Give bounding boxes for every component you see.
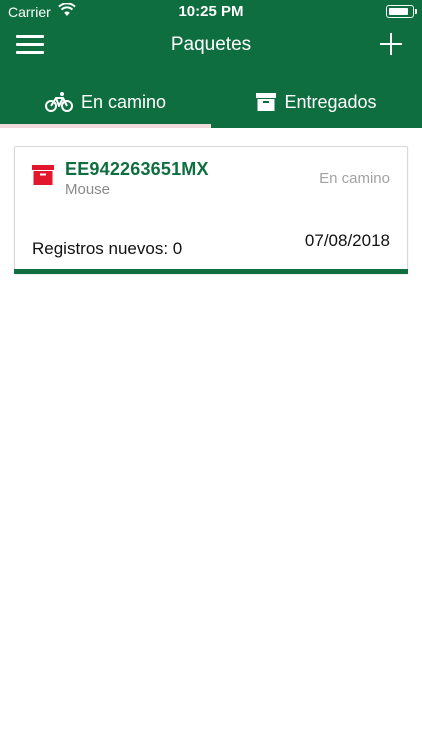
new-records-count: Registros nuevos: 0 <box>32 239 183 258</box>
battery-icon <box>386 5 417 18</box>
card-status-bar <box>14 269 408 274</box>
page-title: Paquetes <box>170 34 252 55</box>
navigation-bar: Paquetes <box>0 24 422 68</box>
tab-bar: En camino Entregados <box>0 76 422 128</box>
package-status: En camino <box>319 170 390 187</box>
tab-entregados[interactable]: Entregados <box>211 76 422 128</box>
status-bar: Carrier 10:25 PM <box>0 0 422 24</box>
header: Carrier 10:25 PM Paquetes En camino Entr… <box>0 0 422 128</box>
package-icon <box>32 165 54 190</box>
battery-level <box>388 7 409 15</box>
tab-entregados-label: Entregados <box>284 91 377 112</box>
tab-en-camino-label: En camino <box>80 91 167 112</box>
app-root: Carrier 10:25 PM Paquetes En camino Entr… <box>0 0 422 750</box>
archive-box-icon <box>256 93 277 111</box>
selected-tab-indicator <box>0 124 211 128</box>
tracking-number: EE942263651MX <box>65 159 209 179</box>
status-time: 10:25 PM <box>178 3 244 20</box>
package-name: Mouse <box>65 181 111 198</box>
tab-en-camino[interactable]: En camino <box>0 76 211 128</box>
add-package-button[interactable] <box>380 33 402 55</box>
package-card[interactable]: EE942263651MX Mouse En camino Registros … <box>14 146 408 274</box>
bicycle-icon <box>44 91 73 113</box>
package-date: 07/08/2018 <box>304 231 390 250</box>
